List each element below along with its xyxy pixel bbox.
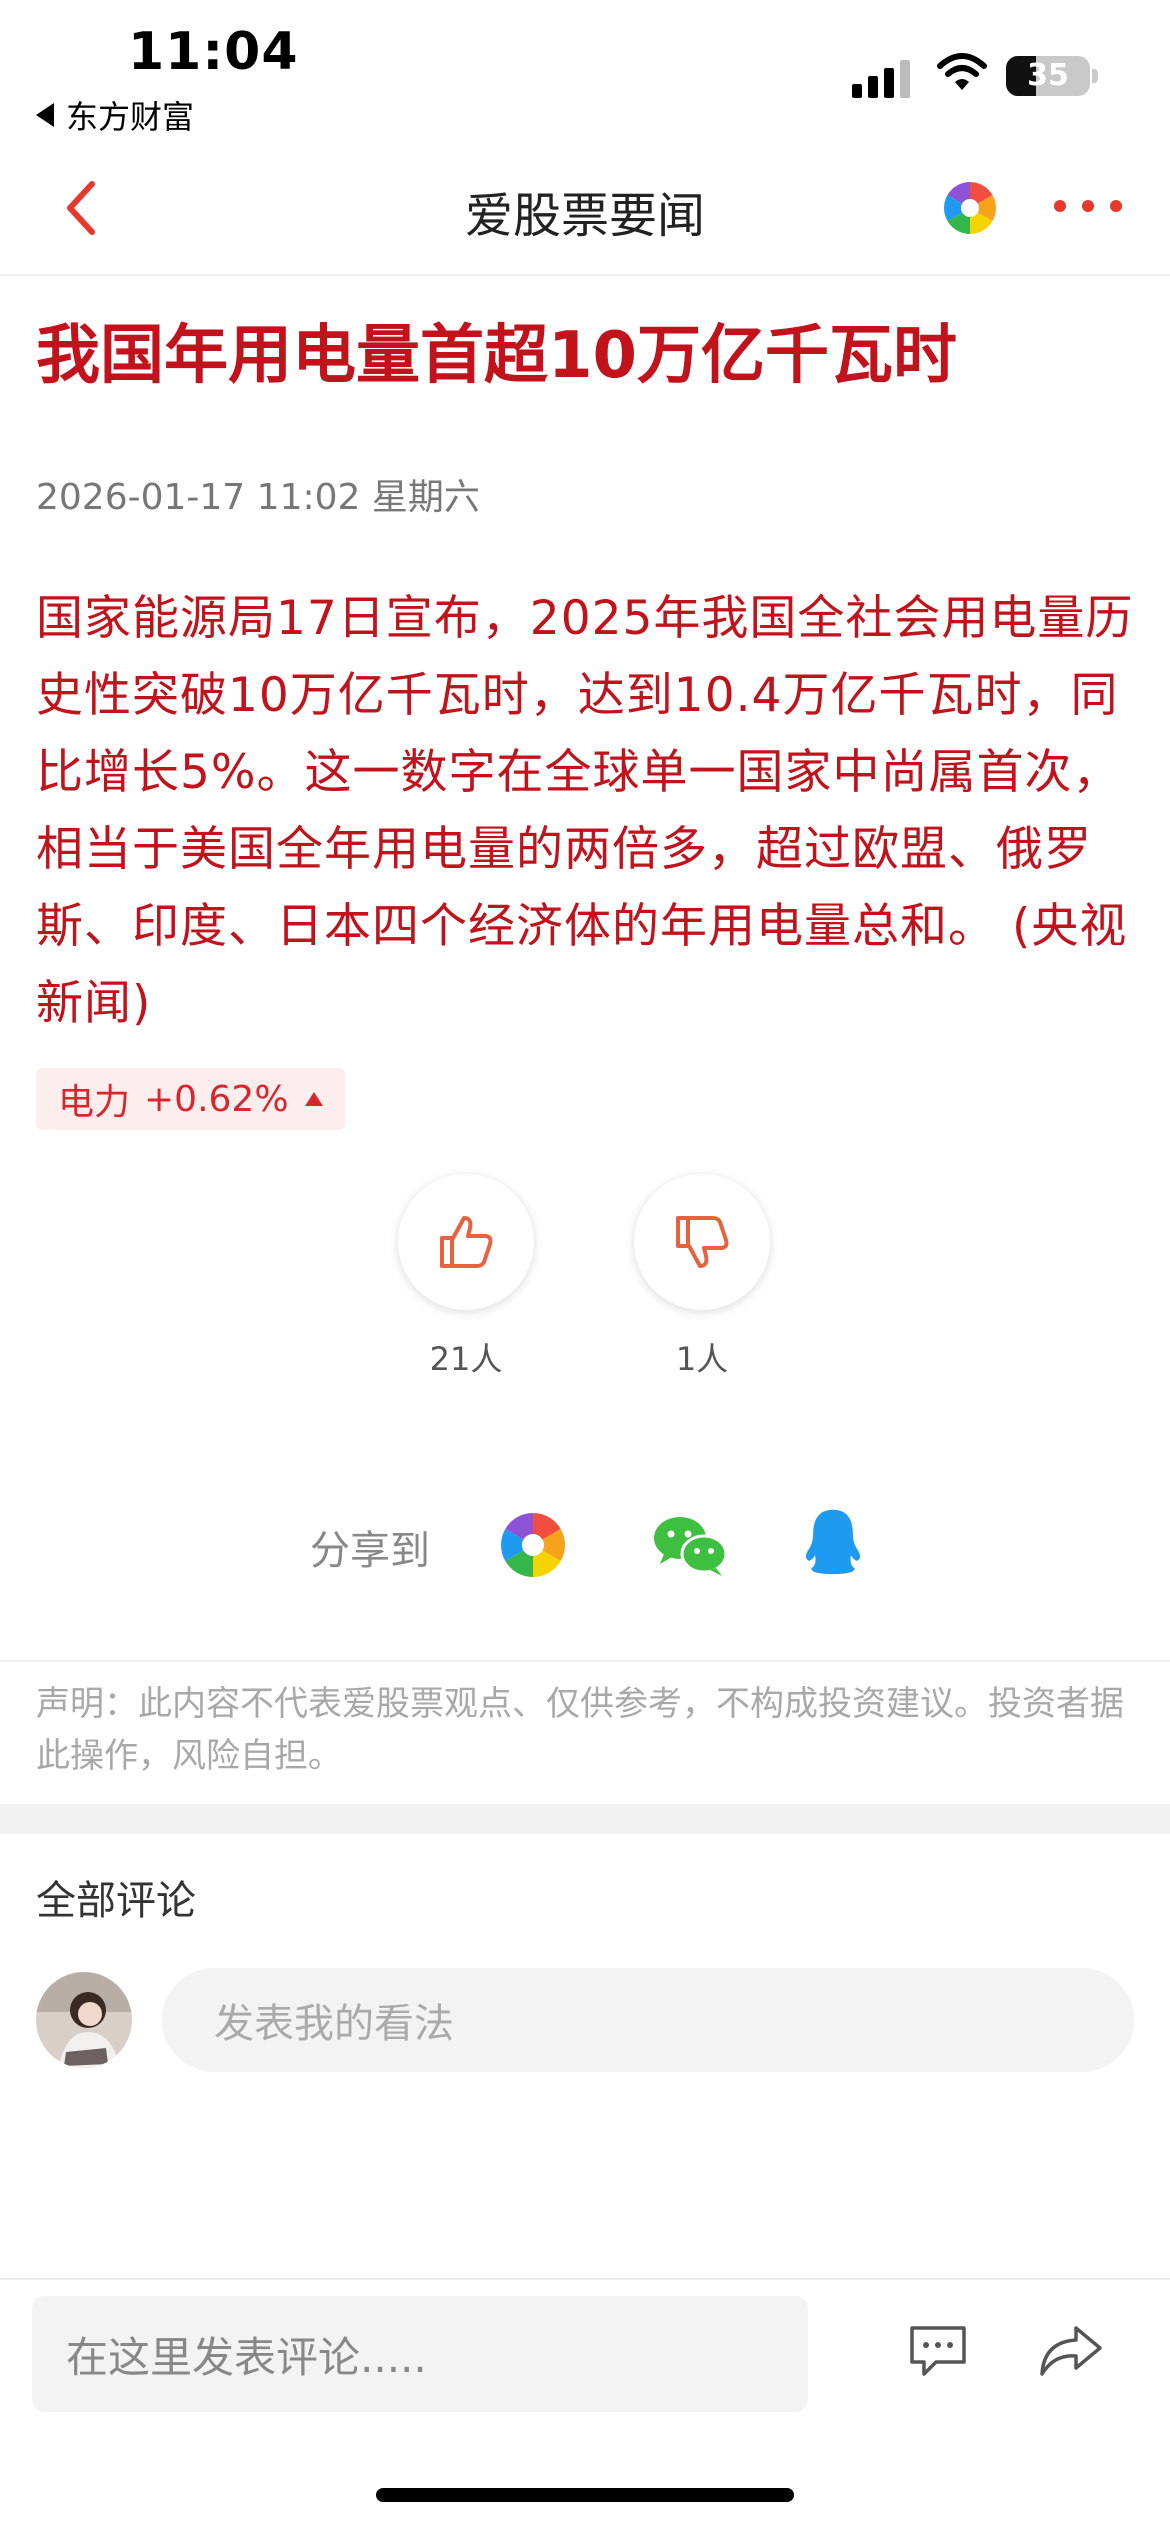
share-arrow-icon[interactable] bbox=[1036, 2320, 1106, 2380]
up-arrow-icon bbox=[304, 1092, 323, 1106]
stock-tag[interactable]: 电力 +0.62% bbox=[36, 1068, 345, 1130]
dot bbox=[1054, 200, 1066, 212]
stock-tag-name: 电力 bbox=[58, 1082, 131, 1123]
wifi-icon bbox=[937, 53, 987, 90]
dislike-button[interactable] bbox=[634, 1174, 770, 1310]
back-to-app-link[interactable]: 东方财富 bbox=[36, 92, 194, 138]
more-options-icon[interactable] bbox=[1054, 196, 1122, 216]
like-count: 21人 bbox=[429, 1340, 503, 1378]
dislike-count: 1人 bbox=[675, 1340, 729, 1378]
article-headline: 我国年用电量首超10万亿千瓦时 bbox=[36, 319, 958, 393]
comment-bubble-icon[interactable] bbox=[906, 2322, 970, 2378]
battery-indicator: 35 bbox=[1006, 56, 1090, 96]
user-avatar[interactable] bbox=[36, 1972, 132, 2068]
section-separator bbox=[0, 1804, 1170, 1834]
disclaimer-text: 声明：此内容不代表爱股票观点、仅供参考，不构成投资建议。投资者据此操作，风险自担… bbox=[36, 1684, 1124, 1776]
comment-placeholder: 发表我的看法 bbox=[214, 2001, 454, 2047]
thumbs-up-icon bbox=[440, 1216, 493, 1268]
wechat-icon[interactable] bbox=[650, 1510, 730, 1580]
comments-title: 全部评论 bbox=[36, 1878, 196, 1924]
dot bbox=[1082, 200, 1094, 212]
dot bbox=[1110, 200, 1122, 212]
stock-tag-change: +0.62% bbox=[144, 1078, 289, 1120]
bottom-input-placeholder: 在这里发表评论..... bbox=[66, 2332, 427, 2382]
comment-input[interactable]: 发表我的看法 bbox=[162, 1968, 1134, 2072]
cellular-signal-icon bbox=[852, 60, 910, 98]
divider bbox=[0, 1660, 1170, 1662]
status-time: 11:04 bbox=[128, 22, 299, 82]
qq-icon[interactable] bbox=[798, 1506, 868, 1576]
back-triangle-icon bbox=[36, 103, 54, 127]
home-indicator bbox=[376, 2488, 794, 2502]
share-label: 分享到 bbox=[310, 1528, 430, 1574]
back-app-label: 东方财富 bbox=[66, 98, 195, 136]
like-button[interactable] bbox=[398, 1174, 534, 1310]
bottom-comment-input[interactable]: 在这里发表评论..... bbox=[32, 2296, 808, 2412]
article-date: 2026-01-17 11:02 星期六 bbox=[36, 477, 480, 518]
battery-level: 35 bbox=[1027, 58, 1069, 93]
aigupiao-logo-icon[interactable] bbox=[940, 178, 1000, 238]
article-body: 国家能源局17日宣布，2025年我国全社会用电量历史性突破10万亿千瓦时，达到1… bbox=[36, 591, 1134, 1031]
thumbs-down-icon bbox=[676, 1216, 729, 1268]
battery-nub bbox=[1092, 69, 1098, 83]
aigupiao-share-icon[interactable] bbox=[498, 1510, 568, 1580]
